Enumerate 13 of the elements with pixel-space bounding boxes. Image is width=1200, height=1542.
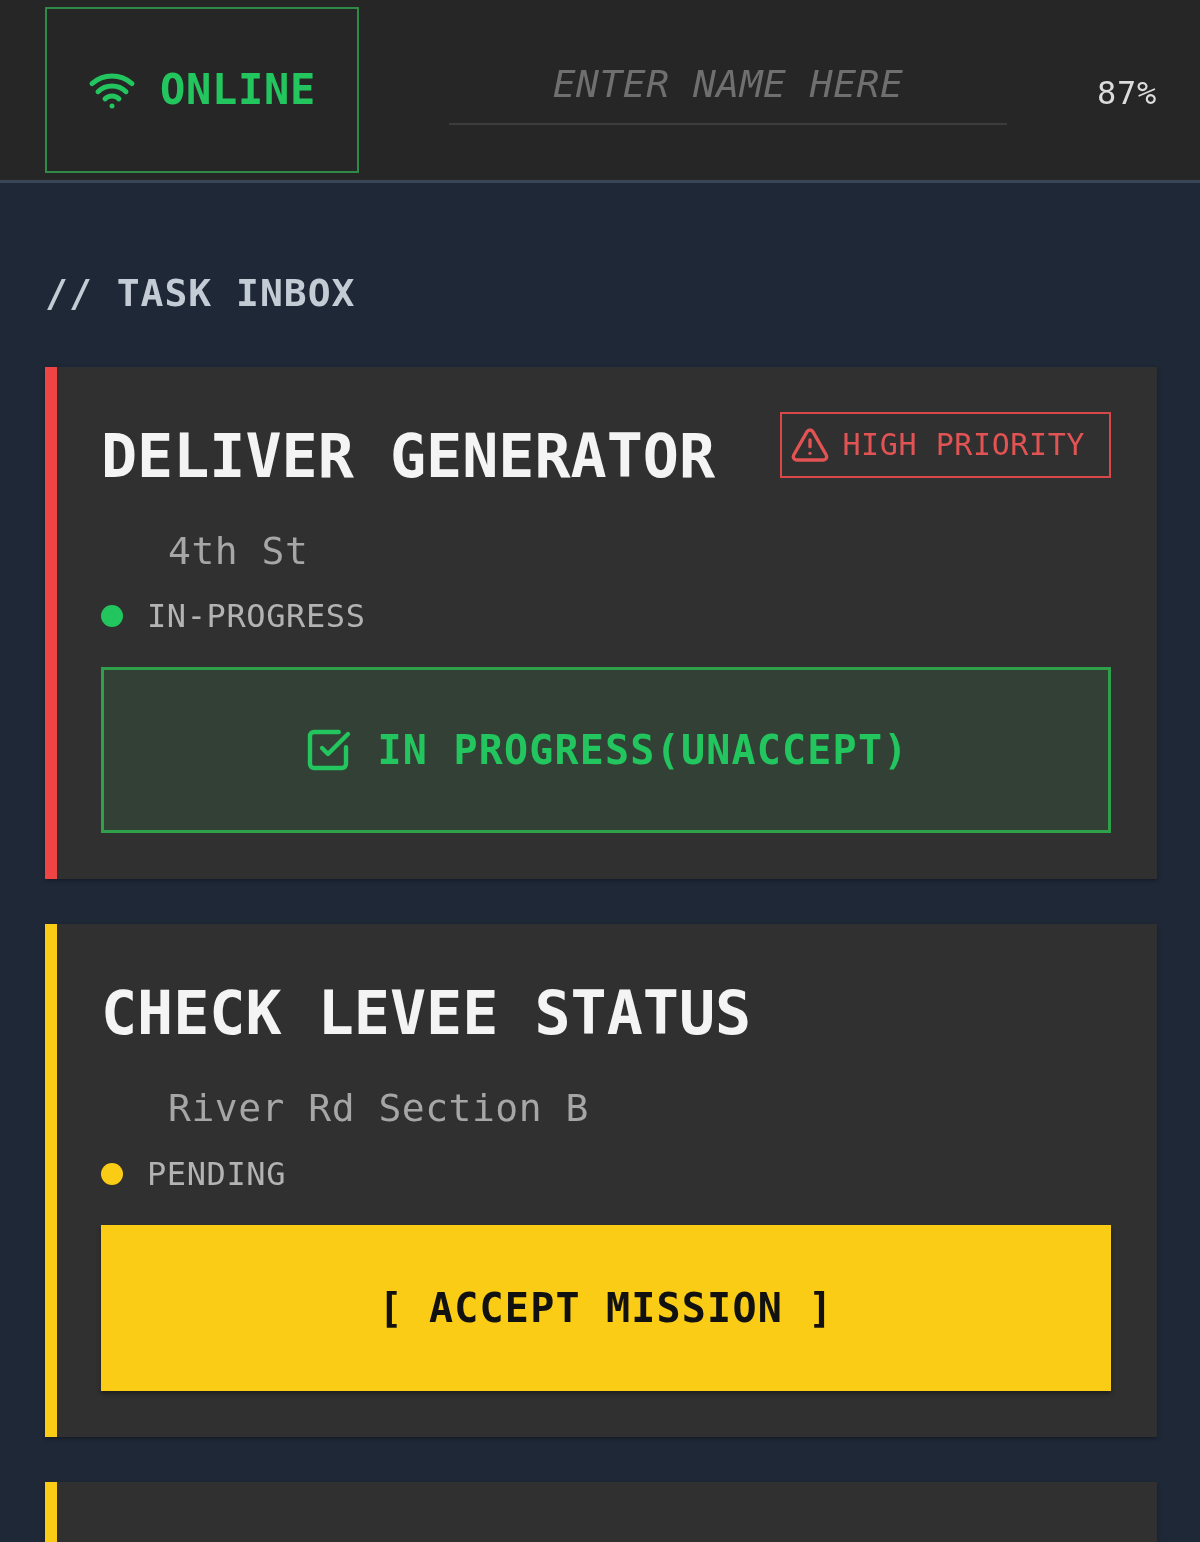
section-title: // TASK INBOX xyxy=(45,271,356,317)
task-address: River Rd Section B xyxy=(168,1086,589,1132)
in-progress-button[interactable]: IN PROGRESS(UNACCEPT) xyxy=(101,667,1111,834)
priority-label: HIGH PRIORITY xyxy=(842,427,1085,463)
task-title: CHECK LEVEE STATUS xyxy=(101,977,752,1050)
status-label: PENDING xyxy=(147,1154,287,1193)
task-address: 4th St xyxy=(168,528,309,575)
status-label: IN-PROGRESS xyxy=(147,597,366,636)
name-input-field[interactable]: ENTER NAME HERE xyxy=(449,44,1007,125)
accept-mission-button[interactable]: [ ACCEPT MISSION ] xyxy=(101,1224,1111,1391)
connection-label: ONLINE xyxy=(160,66,316,114)
task-title: DELIVER GENERATOR xyxy=(101,419,716,492)
battery-level: 87% xyxy=(1097,74,1157,112)
